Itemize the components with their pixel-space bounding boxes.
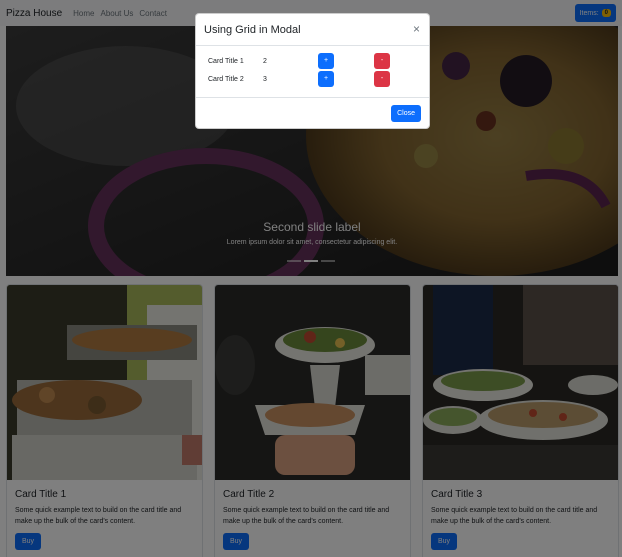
modal-row-2: Card Title 2 3 + - <box>208 71 418 92</box>
close-button[interactable]: Close <box>391 105 421 122</box>
modal-footer: Close <box>196 97 429 129</box>
increment-button-2[interactable]: + <box>318 71 334 87</box>
decrement-button-1[interactable]: - <box>374 53 390 69</box>
decrement-button-2[interactable]: - <box>374 71 390 87</box>
increment-button-1[interactable]: + <box>318 53 334 69</box>
modal-row-qty-2: 3 <box>263 76 267 83</box>
modal-row-title-1: Card Title 1 <box>208 58 244 65</box>
modal-row-qty-1: 2 <box>263 58 267 65</box>
modal-header: Using Grid in Modal × <box>196 14 429 46</box>
close-icon[interactable]: × <box>413 22 420 36</box>
modal-title: Using Grid in Modal <box>204 24 301 36</box>
modal-row-title-2: Card Title 2 <box>208 76 244 83</box>
cart-modal: Using Grid in Modal × Card Title 1 2 + -… <box>195 13 430 129</box>
